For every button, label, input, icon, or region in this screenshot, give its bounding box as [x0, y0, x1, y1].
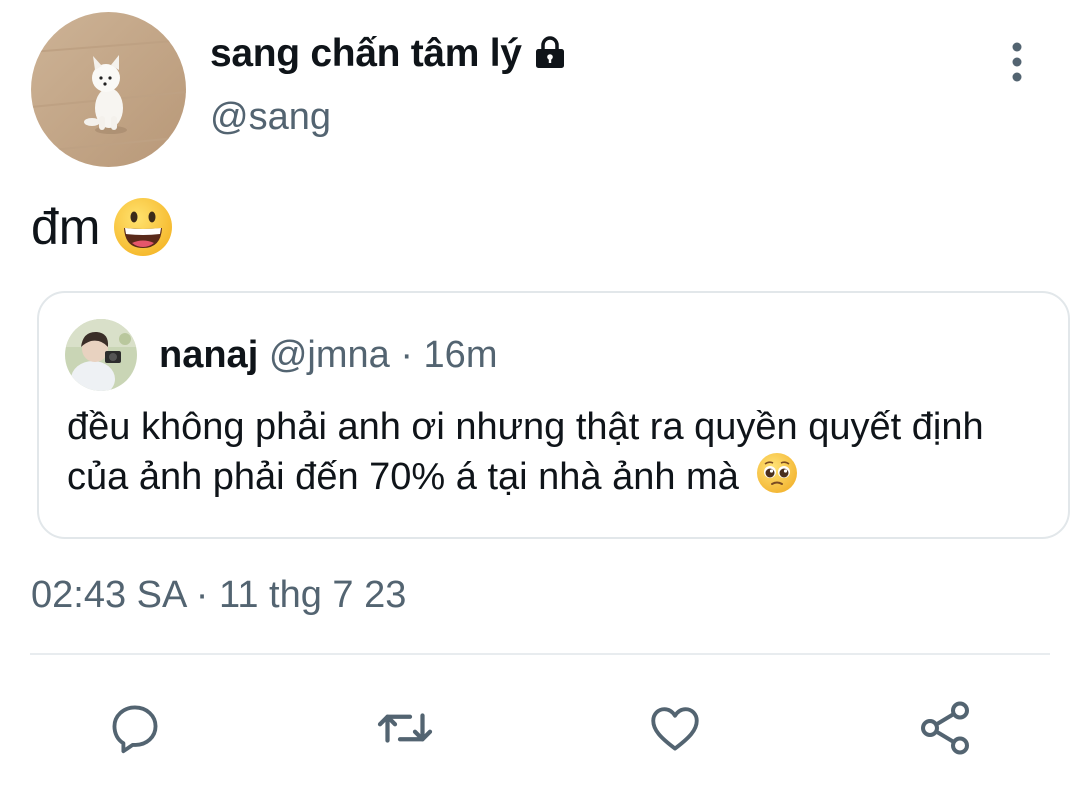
timestamp-time: 02:43 SA — [31, 574, 186, 616]
more-vertical-icon — [1012, 42, 1022, 82]
reply-icon — [112, 705, 158, 754]
retweet-icon — [377, 713, 433, 743]
grinning-face-emoji — [114, 198, 173, 256]
tweet-text-content: đm — [31, 199, 101, 255]
reply-button[interactable] — [105, 698, 165, 758]
author-handle[interactable]: @sang — [210, 96, 331, 139]
quoted-time-ago: 16m — [423, 334, 498, 376]
divider — [30, 653, 1050, 655]
share-button[interactable] — [915, 698, 975, 758]
author-name-row[interactable]: sang chấn tâm lý — [210, 28, 566, 80]
quoted-tweet-header: nanaj @jmna · 16m — [159, 333, 497, 377]
more-options-button[interactable] — [995, 38, 1039, 86]
author-avatar[interactable] — [31, 12, 186, 167]
quoted-display-name: nanaj — [159, 334, 259, 376]
lock-icon — [535, 36, 564, 68]
timestamp-separator: · — [185, 574, 220, 616]
like-button[interactable] — [645, 698, 705, 758]
quoted-handle: @jmna — [268, 334, 390, 376]
quoted-tweet-card[interactable]: nanaj @jmna · 16m đều không phải anh ơi … — [37, 291, 1070, 539]
quoted-author-avatar[interactable] — [65, 319, 137, 391]
tweet-timestamp[interactable]: 02:43 SA · 11 thg 7 23 — [31, 574, 406, 617]
quoted-text-content: đều không phải anh ơi nhưng thật ra quyề… — [67, 406, 984, 498]
quoted-separator: · — [389, 334, 424, 376]
pleading-face-emoji — [757, 453, 798, 493]
quoted-tweet-text: đều không phải anh ơi nhưng thật ra quyề… — [67, 403, 1047, 501]
author-display-name: sang chấn tâm lý — [210, 32, 522, 75]
share-icon — [921, 701, 969, 755]
retweet-button[interactable] — [375, 698, 435, 758]
tweet-text: đm — [31, 196, 174, 258]
like-icon — [651, 707, 699, 751]
timestamp-date: 11 thg 7 23 — [219, 574, 407, 616]
